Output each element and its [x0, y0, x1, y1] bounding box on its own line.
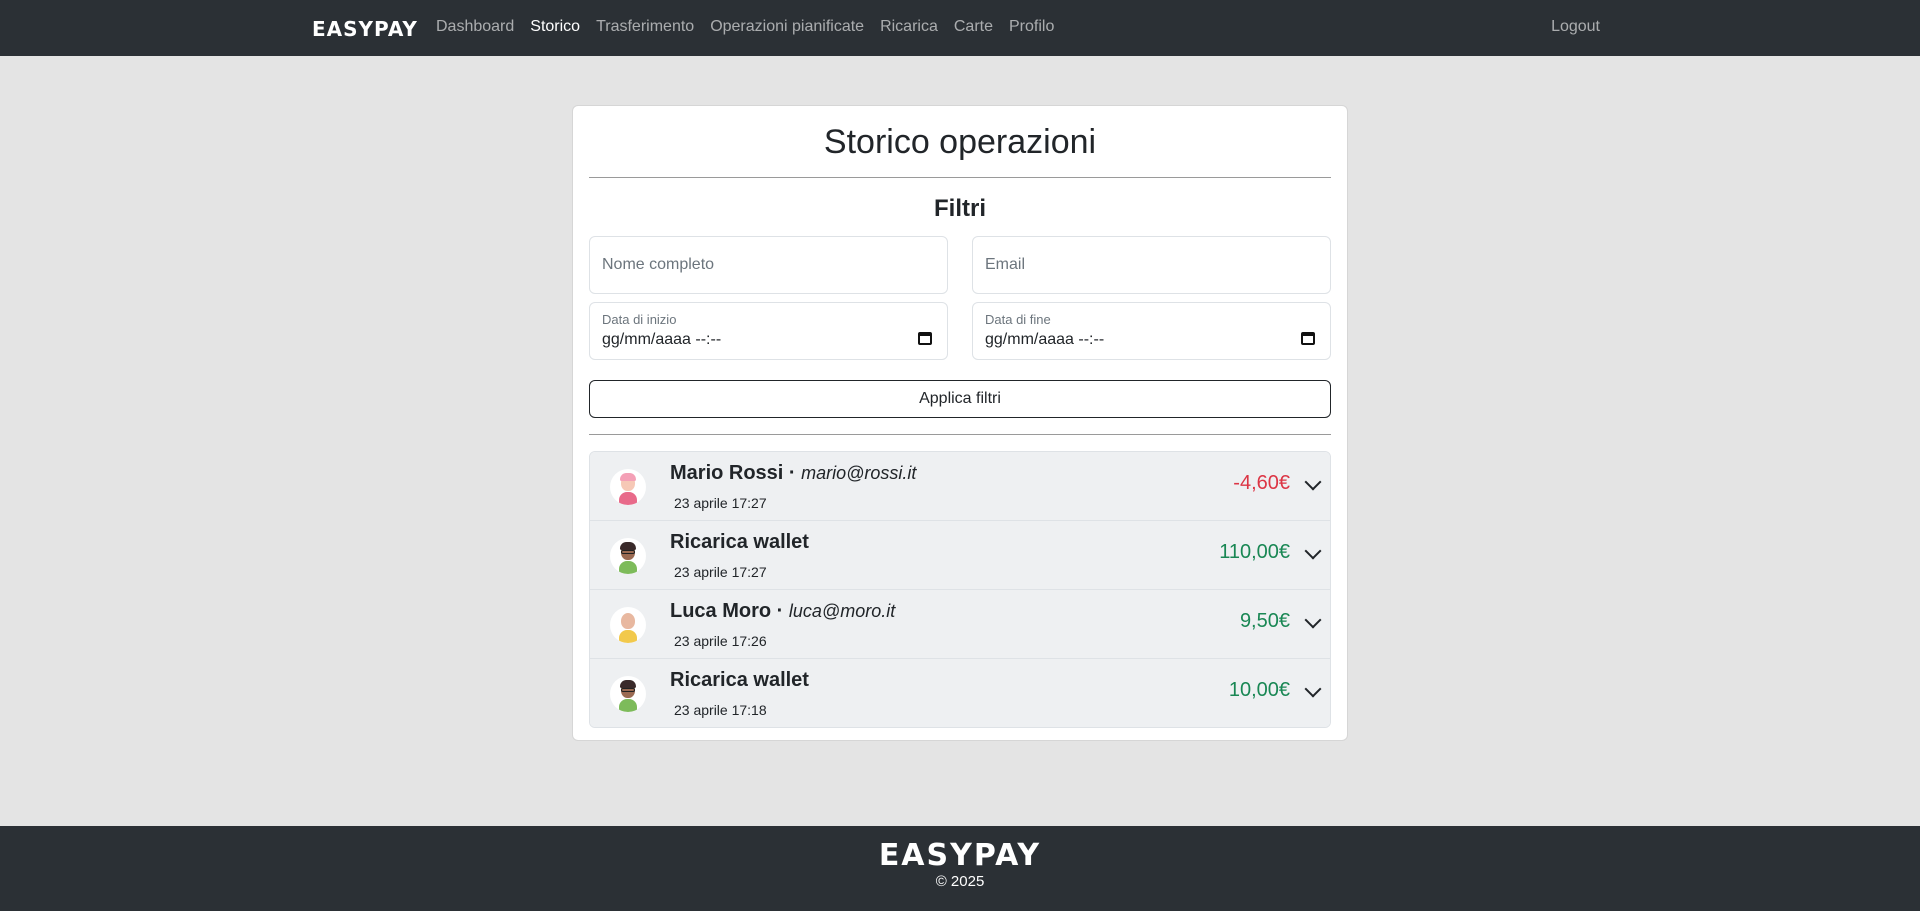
page-title: Storico operazioni [823, 123, 1097, 161]
transaction-amount: 110,00€ [1219, 541, 1290, 563]
transaction-title: Ricarica wallet [670, 531, 809, 554]
transaction-title: Luca Moro · luca@moro.it [670, 600, 895, 623]
transaction-amount: 10,00€ [1228, 679, 1290, 701]
transaction-email: mario@rossi.it [801, 463, 917, 483]
transaction-email: luca@moro.it [788, 601, 896, 621]
transaction-title: Mario Rossi · mario@rossi.it [670, 462, 916, 485]
transaction-amount: 9,50€ [1239, 610, 1290, 632]
chevron-down-icon[interactable] [1304, 680, 1322, 698]
name-filter-placeholder: Nome completo [602, 256, 715, 273]
end-date-label: Data di fine [985, 312, 1051, 327]
transaction-item[interactable]: Ricarica wallet 23 aprile 17:18 10,00€ [590, 659, 1330, 727]
bald-avatar-icon [610, 607, 646, 643]
footer-copyright: © 2025 [935, 873, 985, 890]
chevron-down-icon[interactable] [1304, 611, 1322, 629]
transaction-date: 23 aprile 17:27 [674, 564, 767, 580]
title-separator: · [771, 600, 789, 622]
nav-link-storico[interactable]: Storico [522, 18, 588, 36]
nav-link-carte[interactable]: Carte [946, 18, 1001, 36]
end-date-input[interactable]: Data di fine gg/mm/aaaa --:-- [972, 302, 1331, 360]
calendar-icon[interactable] [918, 332, 932, 345]
filters-row-dates: Data di inizio gg/mm/aaaa --:-- Data di … [589, 302, 1331, 360]
end-date-value: gg/mm/aaaa --:-- [985, 331, 1105, 348]
transaction-name: Ricarica wallet [670, 669, 809, 691]
transactions-list: Mario Rossi · mario@rossi.it 23 aprile 1… [589, 451, 1331, 728]
transaction-date: 23 aprile 17:26 [674, 633, 767, 649]
transaction-date: 23 aprile 17:27 [674, 495, 767, 511]
transaction-name: Ricarica wallet [670, 531, 809, 553]
footer-brand-logo: EASYPAY [878, 838, 1042, 873]
transaction-name: Mario Rossi [670, 462, 784, 484]
start-date-input[interactable]: Data di inizio gg/mm/aaaa --:-- [589, 302, 948, 360]
top-navbar: EASYPAY Dashboard Storico Trasferimento … [0, 0, 1920, 56]
glasses-avatar-icon [610, 676, 646, 712]
transaction-item[interactable]: Ricarica wallet 23 aprile 17:27 110,00€ [590, 521, 1330, 590]
transaction-amount: -4,60€ [1233, 472, 1290, 494]
chevron-down-icon[interactable] [1304, 542, 1322, 560]
filters-row-text: Nome completo Email [589, 236, 1331, 294]
nav-link-ricarica[interactable]: Ricarica [872, 18, 946, 36]
nav-links: Dashboard Storico Trasferimento Operazio… [436, 18, 1062, 36]
email-filter-input[interactable]: Email [972, 236, 1331, 294]
history-card: Storico operazioni Filtri Nome completo … [572, 105, 1348, 741]
start-date-label: Data di inizio [602, 312, 677, 327]
transaction-item[interactable]: Luca Moro · luca@moro.it 23 aprile 17:26… [590, 590, 1330, 659]
filters-title: Filtri [934, 195, 986, 222]
apply-filters-button[interactable]: Applica filtri [589, 380, 1331, 418]
nav-link-operazioni-pianificate[interactable]: Operazioni pianificate [702, 18, 872, 36]
pink-haired-avatar-icon [610, 469, 646, 505]
logout-link[interactable]: Logout [1551, 18, 1600, 36]
nav-link-profilo[interactable]: Profilo [1001, 18, 1062, 36]
calendar-icon[interactable] [1301, 332, 1315, 345]
transaction-title: Ricarica wallet [670, 669, 809, 692]
glasses-avatar-icon [610, 538, 646, 574]
transaction-item[interactable]: Mario Rossi · mario@rossi.it 23 aprile 1… [590, 452, 1330, 521]
nav-link-trasferimento[interactable]: Trasferimento [588, 18, 702, 36]
nav-link-dashboard[interactable]: Dashboard [436, 18, 522, 36]
divider [589, 177, 1331, 178]
divider [589, 434, 1331, 435]
email-filter-placeholder: Email [985, 256, 1026, 273]
transaction-name: Luca Moro [670, 600, 772, 622]
footer: EASYPAY © 2025 [0, 826, 1920, 911]
transaction-date: 23 aprile 17:18 [674, 702, 767, 718]
name-filter-input[interactable]: Nome completo [589, 236, 948, 294]
title-separator: · [783, 462, 802, 484]
brand-logo[interactable]: EASYPAY [312, 17, 418, 41]
start-date-value: gg/mm/aaaa --:-- [602, 331, 722, 348]
chevron-down-icon[interactable] [1304, 473, 1322, 491]
